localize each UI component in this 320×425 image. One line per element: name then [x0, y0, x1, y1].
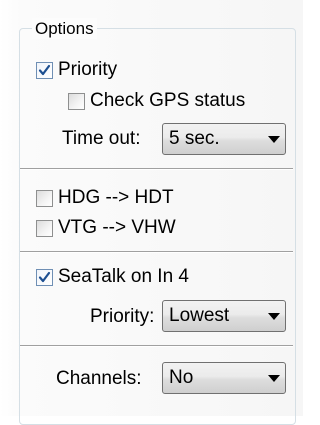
- seatalk-label: SeaTalk on In 4: [58, 266, 189, 287]
- channels-select[interactable]: No: [162, 362, 286, 394]
- chevron-down-icon: [263, 312, 285, 320]
- check-gps-checkbox[interactable]: [68, 92, 85, 110]
- seatalk-priority-select-value: Lowest: [169, 305, 230, 326]
- priority-label: Priority: [58, 59, 118, 80]
- hdg-hdt-checkbox[interactable]: [36, 189, 53, 207]
- vtg-vhw-label: VTG --> VHW: [58, 217, 176, 238]
- check-gps-label: Check GPS status: [90, 90, 246, 111]
- chevron-down-icon: [263, 374, 285, 382]
- timeout-label: Time out:: [62, 128, 141, 149]
- priority-checkbox-row[interactable]: Priority: [36, 59, 117, 81]
- chevron-down-icon: [263, 135, 285, 143]
- seatalk-checkbox[interactable]: [36, 268, 53, 286]
- timeout-select-value: 5 sec.: [169, 128, 220, 149]
- check-mark-icon: [38, 64, 51, 75]
- seatalk-priority-select[interactable]: Lowest: [162, 300, 286, 332]
- seatalk-checkbox-row[interactable]: SeaTalk on In 4: [36, 266, 189, 288]
- priority-checkbox[interactable]: [36, 61, 53, 79]
- channels-select-value: No: [169, 367, 194, 388]
- channels-label: Channels:: [56, 368, 142, 389]
- hdg-hdt-checkbox-row[interactable]: HDG --> HDT: [36, 187, 174, 209]
- hdg-hdt-label: HDG --> HDT: [58, 187, 174, 208]
- vtg-vhw-checkbox-row[interactable]: VTG --> VHW: [36, 217, 176, 239]
- check-mark-icon: [38, 271, 51, 282]
- options-group-title: Options: [32, 18, 97, 39]
- separator: [20, 251, 293, 253]
- vtg-vhw-checkbox[interactable]: [36, 219, 53, 237]
- seatalk-priority-label: Priority:: [90, 306, 155, 327]
- separator: [20, 345, 293, 347]
- check-gps-checkbox-row[interactable]: Check GPS status: [68, 90, 245, 112]
- separator: [20, 168, 293, 170]
- timeout-select[interactable]: 5 sec.: [162, 123, 286, 155]
